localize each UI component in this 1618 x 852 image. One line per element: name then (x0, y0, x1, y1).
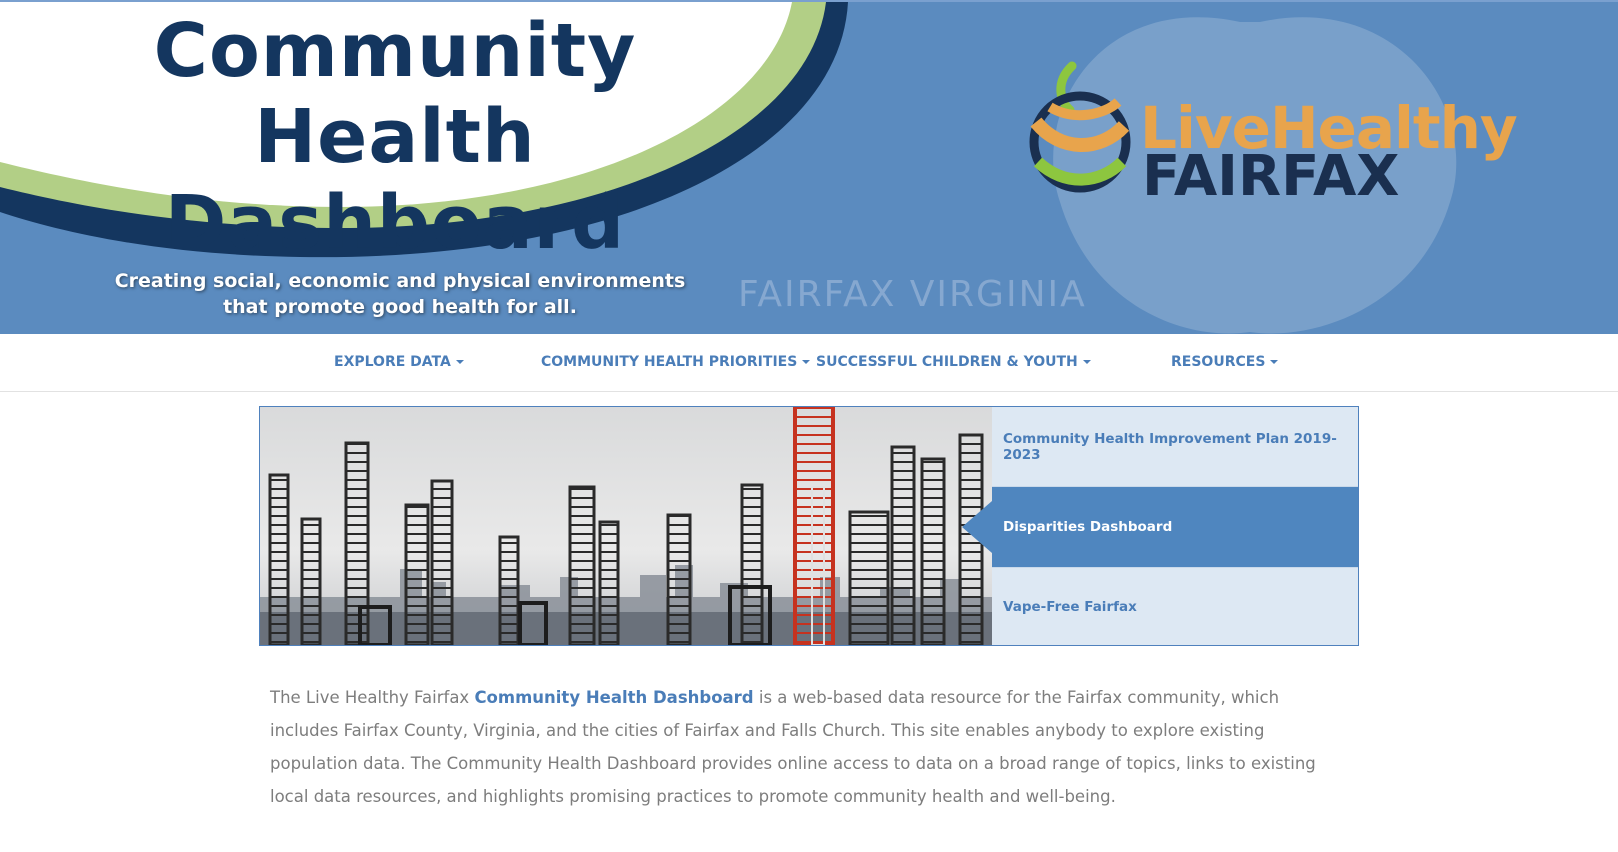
banner-title-line2: Dashboard (164, 180, 626, 266)
nav-label: SUCCESSFUL CHILDREN & YOUTH (816, 354, 1078, 370)
tagline-line2: that promote good health for all. (223, 296, 577, 318)
site-description: The Live Healthy Fairfax Community Healt… (270, 681, 1350, 813)
caret-down-icon (802, 360, 811, 364)
nav-successful-children-youth[interactable]: SUCCESSFUL CHILDREN & YOUTH (816, 354, 1091, 370)
caret-down-icon (1270, 360, 1279, 364)
description-intro: The Live Healthy Fairfax (270, 688, 475, 707)
nav-explore-data[interactable]: EXPLORE DATA (334, 354, 464, 370)
caret-down-icon (1082, 360, 1091, 364)
ladders-city-image[interactable] (260, 407, 992, 645)
link-vape-free-fairfax[interactable]: Vape-Free Fairfax (992, 567, 1358, 645)
banner-tagline: Creating social, economic and physical e… (100, 268, 700, 320)
caret-down-icon (455, 360, 464, 364)
nav-label: COMMUNITY HEALTH PRIORITIES (541, 354, 798, 370)
community-health-dashboard-link[interactable]: Community Health Dashboard (474, 688, 753, 707)
nav-community-health-priorities[interactable]: COMMUNITY HEALTH PRIORITIES (541, 354, 811, 370)
ladders-illustration (260, 407, 992, 645)
banner-title: Community Health Dashboard (0, 8, 800, 266)
link-disparities-dashboard[interactable]: Disparities Dashboard (962, 487, 1358, 567)
banner-title-line1: Community Health (153, 8, 637, 180)
banner-location: FAIRFAX VIRGINIA (738, 274, 1087, 315)
nav-label: RESOURCES (1171, 354, 1266, 370)
logo-text-fairfax: FAIRFAX (1142, 144, 1400, 209)
header-banner: Community Health Dashboard Creating soci… (0, 0, 1618, 334)
feature-link-list: Community Health Improvement Plan 2019-2… (962, 407, 1358, 645)
nav-label: EXPLORE DATA (334, 354, 451, 370)
nav-resources[interactable]: RESOURCES (1171, 354, 1279, 370)
main-nav: EXPLORE DATA COMMUNITY HEALTH PRIORITIES… (0, 334, 1618, 392)
tagline-line1: Creating social, economic and physical e… (114, 270, 686, 292)
feature-carousel: Community Health Improvement Plan 2019-2… (259, 406, 1359, 646)
link-community-health-improvement-plan[interactable]: Community Health Improvement Plan 2019-2… (992, 407, 1358, 487)
